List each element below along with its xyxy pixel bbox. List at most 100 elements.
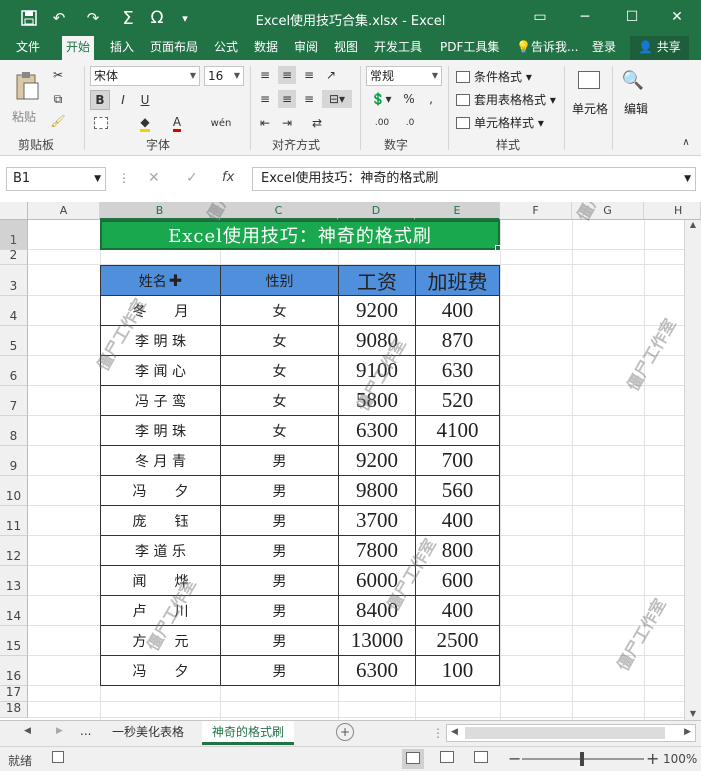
editing-button-label[interactable]: 编辑 bbox=[624, 100, 648, 117]
row-header[interactable]: 9 bbox=[0, 446, 28, 476]
row-header[interactable]: 18 bbox=[0, 702, 28, 718]
row-header[interactable]: 4 bbox=[0, 296, 28, 326]
row-header[interactable]: 12 bbox=[0, 536, 28, 566]
column-header[interactable]: E bbox=[415, 202, 500, 220]
table-cell[interactable]: 400 bbox=[415, 505, 500, 536]
row-header[interactable]: 17 bbox=[0, 686, 28, 702]
table-cell[interactable]: 520 bbox=[415, 385, 500, 416]
formula-input[interactable]: Excel使用技巧：神奇的格式刷▼ bbox=[252, 167, 696, 191]
page-layout-view-icon[interactable] bbox=[440, 751, 454, 766]
column-header[interactable]: G bbox=[572, 202, 644, 220]
table-cell[interactable]: 女 bbox=[220, 385, 339, 416]
cells-icon[interactable] bbox=[574, 66, 604, 94]
add-sheet-button[interactable]: + bbox=[336, 723, 354, 741]
row-header[interactable]: 16 bbox=[0, 656, 28, 686]
table-cell[interactable]: 女 bbox=[220, 415, 339, 446]
increase-indent-icon[interactable]: ⇥ bbox=[278, 114, 296, 132]
format-as-table-button[interactable]: 套用表格格式 ▾ bbox=[456, 91, 556, 108]
increase-decimal-icon[interactable]: .00 bbox=[370, 114, 394, 132]
comma-icon[interactable]: , bbox=[422, 90, 440, 108]
align-center-icon[interactable]: ≡ bbox=[278, 90, 296, 108]
enter-icon[interactable]: ✓ bbox=[186, 170, 198, 186]
tab-home[interactable]: 开始 bbox=[62, 36, 94, 60]
row-header[interactable]: 13 bbox=[0, 566, 28, 596]
percent-icon[interactable]: % bbox=[400, 90, 418, 108]
cells-button-label[interactable]: 单元格 bbox=[572, 100, 608, 117]
column-header[interactable]: F bbox=[500, 202, 572, 220]
worksheet-grid[interactable]: A B C D E F G H 123456789101112131415161… bbox=[0, 202, 701, 720]
table-cell[interactable]: 冯 夕 bbox=[100, 475, 221, 506]
normal-view-icon[interactable] bbox=[402, 749, 424, 769]
undo-icon[interactable]: ↶ bbox=[48, 7, 70, 29]
scroll-right-icon[interactable]: ▶ bbox=[684, 727, 691, 737]
format-painter-icon[interactable]: 🖌 bbox=[48, 112, 68, 130]
cut-icon[interactable]: ✂ bbox=[48, 66, 68, 84]
column-header[interactable]: H bbox=[644, 202, 701, 220]
orientation-icon[interactable]: ↗ bbox=[322, 66, 340, 84]
tab-pdf-tools[interactable]: PDF工具集 bbox=[436, 36, 503, 60]
sheet-tab[interactable]: 一秒美化表格 bbox=[102, 721, 194, 745]
column-header[interactable]: D bbox=[338, 202, 415, 220]
tab-file[interactable]: 文件 bbox=[12, 36, 44, 60]
sheet-tab-active[interactable]: 神奇的格式刷 bbox=[202, 721, 294, 745]
find-icon[interactable]: 🔍 bbox=[618, 66, 648, 94]
tab-formulas[interactable]: 公式 bbox=[210, 36, 242, 60]
align-middle-icon[interactable]: ≡ bbox=[278, 66, 296, 84]
italic-button[interactable]: I bbox=[114, 90, 132, 110]
row-header[interactable]: 5 bbox=[0, 326, 28, 356]
zoom-slider-thumb[interactable] bbox=[580, 752, 584, 766]
row-header[interactable]: 15 bbox=[0, 626, 28, 656]
row-header[interactable]: 2 bbox=[0, 250, 28, 265]
tab-developer[interactable]: 开发工具 bbox=[370, 36, 426, 60]
font-color-icon[interactable]: A bbox=[168, 114, 186, 132]
name-box[interactable]: B1▼ bbox=[6, 167, 106, 191]
zoom-in-button[interactable]: + bbox=[646, 749, 659, 768]
table-cell[interactable]: 400 bbox=[415, 595, 500, 626]
table-cell[interactable]: 冬 月 bbox=[100, 295, 221, 326]
table-cell[interactable]: 李 闻 心 bbox=[100, 355, 221, 386]
table-cell[interactable]: 女 bbox=[220, 295, 339, 326]
borders-icon[interactable] bbox=[92, 114, 110, 132]
customize-qa-icon[interactable]: ▾ bbox=[174, 7, 196, 29]
table-cell[interactable]: 6000 bbox=[338, 565, 416, 596]
table-cell[interactable]: 560 bbox=[415, 475, 500, 506]
zoom-slider[interactable] bbox=[522, 758, 644, 760]
row-header[interactable]: 10 bbox=[0, 476, 28, 506]
table-cell[interactable]: 6300 bbox=[338, 655, 416, 686]
table-cell[interactable]: 男 bbox=[220, 505, 339, 536]
insert-function-icon[interactable]: fx bbox=[222, 170, 234, 185]
currency-icon[interactable]: 💲▾ bbox=[366, 90, 396, 108]
row-header[interactable]: 1 bbox=[0, 220, 28, 250]
table-cell[interactable]: 5800 bbox=[338, 385, 416, 416]
ribbon-display-options-icon[interactable]: ▭ bbox=[525, 6, 555, 28]
macro-record-icon[interactable] bbox=[52, 751, 64, 766]
more-sheets-button[interactable]: ... bbox=[80, 724, 91, 738]
horizontal-scrollbar[interactable]: ◀ ▶ bbox=[446, 724, 696, 742]
table-cell[interactable]: 9080 bbox=[338, 325, 416, 356]
header-cell[interactable]: 加班费 bbox=[415, 265, 500, 296]
number-format-select[interactable]: 常规▼ bbox=[366, 66, 442, 86]
save-icon[interactable] bbox=[18, 7, 40, 29]
table-cell[interactable]: 9100 bbox=[338, 355, 416, 386]
table-cell[interactable]: 100 bbox=[415, 655, 500, 686]
maximize-button[interactable]: ☐ bbox=[617, 6, 647, 28]
table-cell[interactable]: 男 bbox=[220, 535, 339, 566]
bold-button[interactable]: B bbox=[90, 90, 110, 110]
cell-styles-button[interactable]: 单元格样式 ▾ bbox=[456, 114, 544, 131]
table-cell[interactable]: 6300 bbox=[338, 415, 416, 446]
table-cell[interactable]: 630 bbox=[415, 355, 500, 386]
font-size-select[interactable]: 16▼ bbox=[204, 66, 244, 86]
fill-handle[interactable] bbox=[495, 245, 501, 251]
share-button[interactable]: 👤 共享 bbox=[630, 36, 689, 60]
tab-tell-me[interactable]: 💡告诉我... bbox=[512, 36, 582, 60]
table-cell[interactable]: 9800 bbox=[338, 475, 416, 506]
row-header[interactable]: 14 bbox=[0, 596, 28, 626]
close-button[interactable]: ✕ bbox=[662, 6, 692, 28]
font-name-select[interactable]: 宋体▼ bbox=[90, 66, 200, 86]
table-cell[interactable]: 2500 bbox=[415, 625, 500, 656]
minimize-button[interactable]: ─ bbox=[570, 6, 600, 28]
decrease-decimal-icon[interactable]: .0 bbox=[398, 114, 422, 132]
table-cell[interactable]: 3700 bbox=[338, 505, 416, 536]
collapse-ribbon-icon[interactable]: ∧ bbox=[678, 134, 694, 150]
table-cell[interactable]: 女 bbox=[220, 325, 339, 356]
